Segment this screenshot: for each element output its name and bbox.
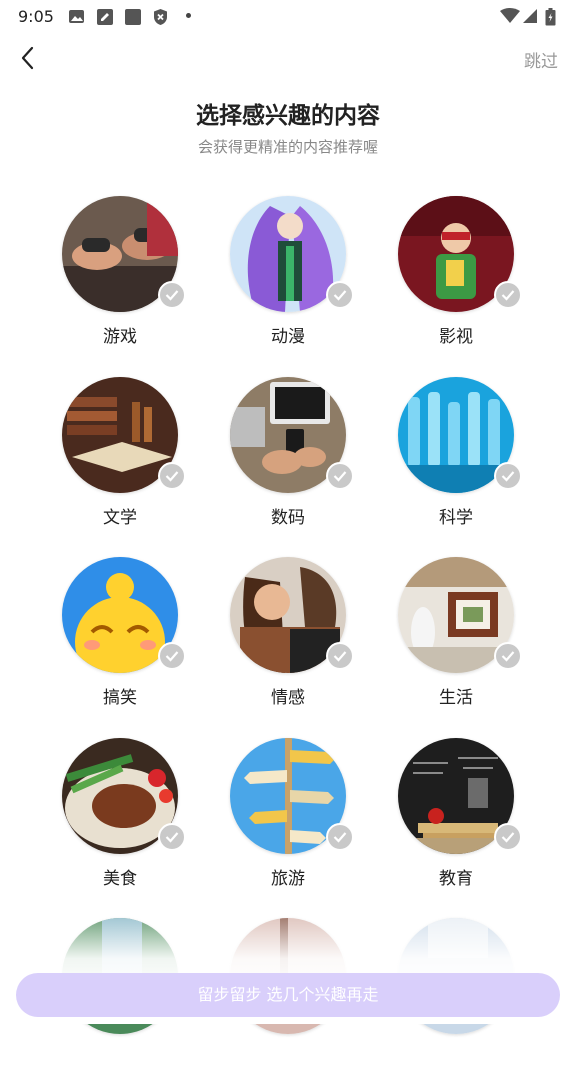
- interest-label: 情感: [271, 688, 305, 708]
- check-icon: [158, 823, 186, 851]
- interest-label: 影视: [439, 327, 473, 347]
- submit-button[interactable]: 留步留步 选几个兴趣再走: [16, 973, 560, 1017]
- check-icon: [326, 462, 354, 490]
- check-icon: [494, 823, 522, 851]
- interest-label: 文学: [103, 508, 137, 528]
- interest-label: 数码: [271, 508, 305, 528]
- interest-item-travel[interactable]: 旅游: [213, 738, 363, 898]
- interest-item-emotion[interactable]: 情感: [213, 557, 363, 717]
- interest-item-life[interactable]: 生活: [381, 557, 531, 717]
- interest-item-anime[interactable]: 动漫: [213, 196, 363, 356]
- interest-label: 教育: [439, 869, 473, 889]
- interest-item-science[interactable]: 科学: [381, 377, 531, 537]
- interest-label: 旅游: [271, 869, 305, 889]
- check-icon: [494, 642, 522, 670]
- interest-item-food[interactable]: 美食: [45, 738, 195, 898]
- interest-item-education[interactable]: 教育: [381, 738, 531, 898]
- check-icon: [326, 823, 354, 851]
- check-icon: [158, 281, 186, 309]
- check-icon: [494, 281, 522, 309]
- check-icon: [158, 462, 186, 490]
- check-icon: [158, 642, 186, 670]
- interest-label: 游戏: [103, 327, 137, 347]
- interest-item-funny[interactable]: 搞笑: [45, 557, 195, 717]
- interest-item-digital[interactable]: 数码: [213, 377, 363, 537]
- check-icon: [494, 462, 522, 490]
- check-icon: [326, 281, 354, 309]
- interest-grid: 游戏 动漫 影视 文学 数码 科学 搞笑 情感 生活 美食 旅游 教育: [0, 0, 576, 1034]
- interest-label: 科学: [439, 508, 473, 528]
- interest-label: 生活: [439, 688, 473, 708]
- interest-item-film[interactable]: 影视: [381, 196, 531, 356]
- interest-label: 搞笑: [103, 688, 137, 708]
- interest-label: 动漫: [271, 327, 305, 347]
- interest-label: 美食: [103, 869, 137, 889]
- interest-item-literature[interactable]: 文学: [45, 377, 195, 537]
- interest-item-game[interactable]: 游戏: [45, 196, 195, 356]
- check-icon: [326, 642, 354, 670]
